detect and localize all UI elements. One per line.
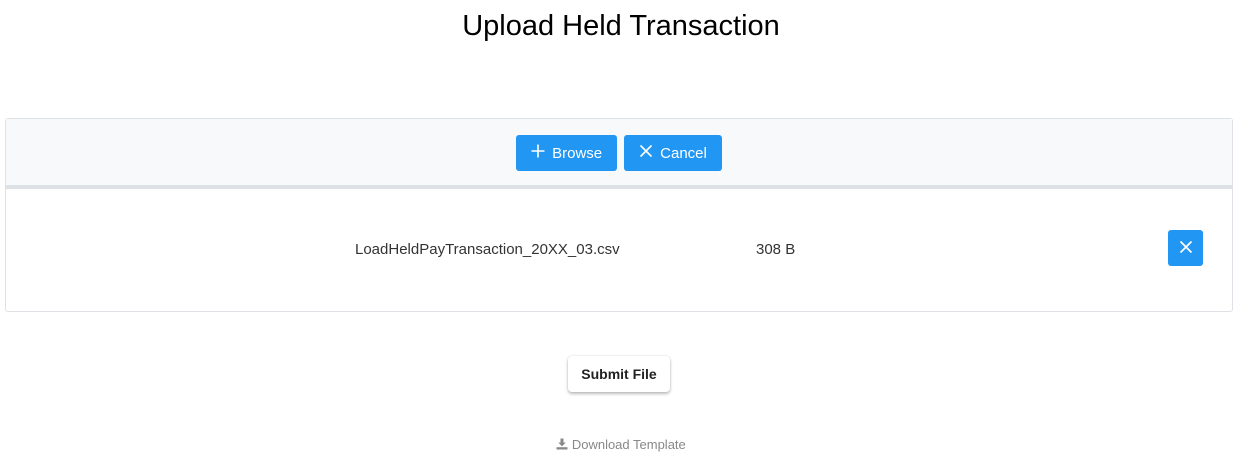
cancel-button-label: Cancel bbox=[660, 144, 707, 162]
submit-file-button[interactable]: Submit File bbox=[568, 356, 670, 392]
uploader-toolbar: Browse Cancel bbox=[6, 119, 1232, 189]
file-name: LoadHeldPayTransaction_20XX_03.csv bbox=[355, 241, 620, 258]
plus-icon bbox=[530, 143, 546, 163]
download-template-label: Download Template bbox=[571, 437, 686, 452]
file-uploader: Browse Cancel LoadHeldPayTransaction_20X… bbox=[5, 118, 1233, 312]
close-icon bbox=[638, 143, 654, 163]
close-icon bbox=[1178, 239, 1194, 258]
browse-button-label: Browse bbox=[552, 144, 603, 162]
download-icon bbox=[556, 437, 572, 452]
browse-button[interactable]: Browse bbox=[516, 135, 618, 171]
cancel-button[interactable]: Cancel bbox=[624, 135, 722, 171]
download-template-link[interactable]: Download Template bbox=[0, 437, 1242, 452]
page-title: Upload Held Transaction bbox=[462, 10, 780, 42]
file-list: LoadHeldPayTransaction_20XX_03.csv 308 B bbox=[6, 189, 1232, 309]
file-size: 308 B bbox=[756, 241, 796, 258]
remove-file-button[interactable] bbox=[1168, 230, 1203, 266]
